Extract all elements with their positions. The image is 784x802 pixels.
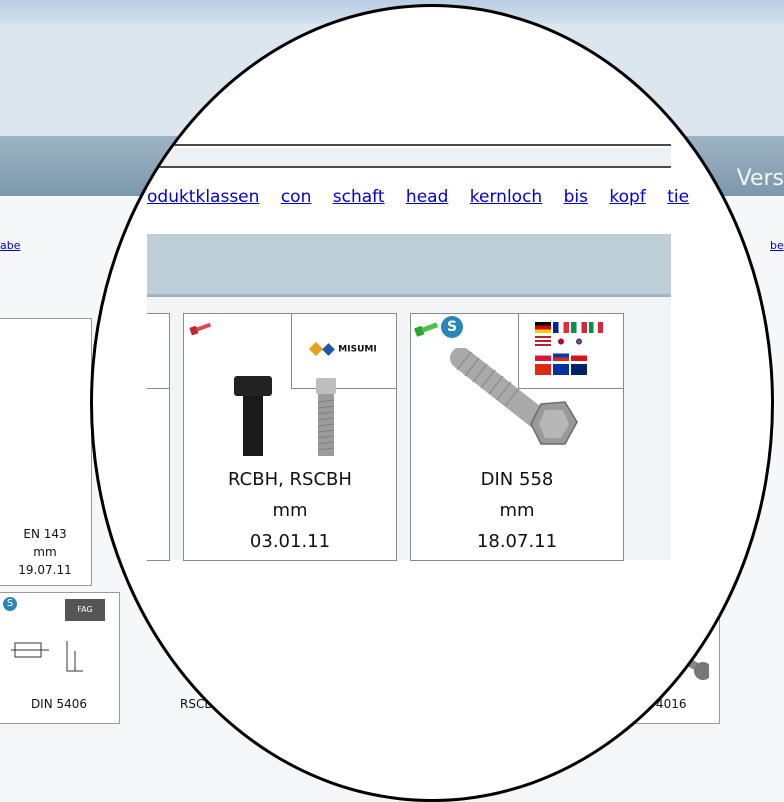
gray-bar [147, 148, 671, 166]
red-screw-icon [189, 322, 212, 336]
product-info: RCBH, RSCBH mm 03.01.11 [184, 464, 396, 557]
right-link[interactable]: be [770, 239, 784, 252]
product-image-hex-bolt [450, 348, 578, 445]
link-head[interactable]: head [406, 187, 448, 207]
product-image-bolts [234, 376, 336, 456]
standard-badge-icon: S [3, 597, 17, 611]
product-title: DIN 558 [480, 469, 554, 490]
standard-badge-icon: S [441, 316, 463, 338]
product-unit: mm [499, 500, 535, 521]
divider-top [147, 144, 671, 146]
version-label: Vers [736, 166, 784, 191]
magnifier-lens: oduktklassen con schaft head kernloch bi… [90, 4, 774, 802]
product-date: 03.01.11 [249, 531, 331, 552]
misumi-logo-text: MISUMI [338, 344, 377, 355]
link-kernloch[interactable]: kernloch [470, 187, 542, 207]
bg-product-card[interactable]: EN 143 mm 19.07.11 [0, 318, 92, 586]
link-con[interactable]: con [281, 187, 312, 207]
filter-band [147, 234, 671, 297]
product-info: DIN 558 mm 18.07.11 [411, 464, 623, 557]
technical-drawing-icon [11, 641, 83, 672]
green-screw-icon [414, 322, 439, 337]
fag-logo-icon: FAG [65, 599, 105, 621]
product-unit: mm [272, 500, 308, 521]
link-kopf[interactable]: kopf [609, 187, 645, 207]
product-card-din558[interactable]: S DIN 558 mm 18.07.11 [410, 313, 624, 561]
bg-card-title: EN 143 [23, 527, 67, 541]
tag-link-row: oduktklassen con schaft head kernloch bi… [147, 187, 689, 213]
bg-card-unit: mm [33, 545, 57, 559]
misumi-mark-2 [322, 342, 336, 356]
link-schaft[interactable]: schaft [333, 187, 385, 207]
bg-card-date: 19.07.11 [18, 563, 72, 577]
left-link[interactable]: abe [0, 239, 21, 252]
link-produktklassen[interactable]: oduktklassen [147, 187, 259, 207]
product-title: RCBH, RSCBH [228, 469, 352, 490]
link-bis[interactable]: bis [564, 187, 588, 207]
product-date: 18.07.11 [476, 531, 558, 552]
partial-product-card[interactable] [147, 313, 170, 561]
bg-product-card-bottom[interactable]: S FAG DIN 5406 [0, 592, 120, 724]
bg-card-title-2: DIN 5406 [30, 697, 88, 711]
misumi-logo-icon: MISUMI [292, 341, 396, 357]
product-card-rcbh[interactable]: MISUMI RCBH, RSCBH mm 03.01.11 [183, 313, 397, 561]
divider-mid [147, 166, 671, 168]
link-tie[interactable]: tie [667, 187, 689, 207]
partial-logo-box [147, 314, 169, 389]
zoomed-region: oduktklassen con schaft head kernloch bi… [147, 128, 689, 561]
